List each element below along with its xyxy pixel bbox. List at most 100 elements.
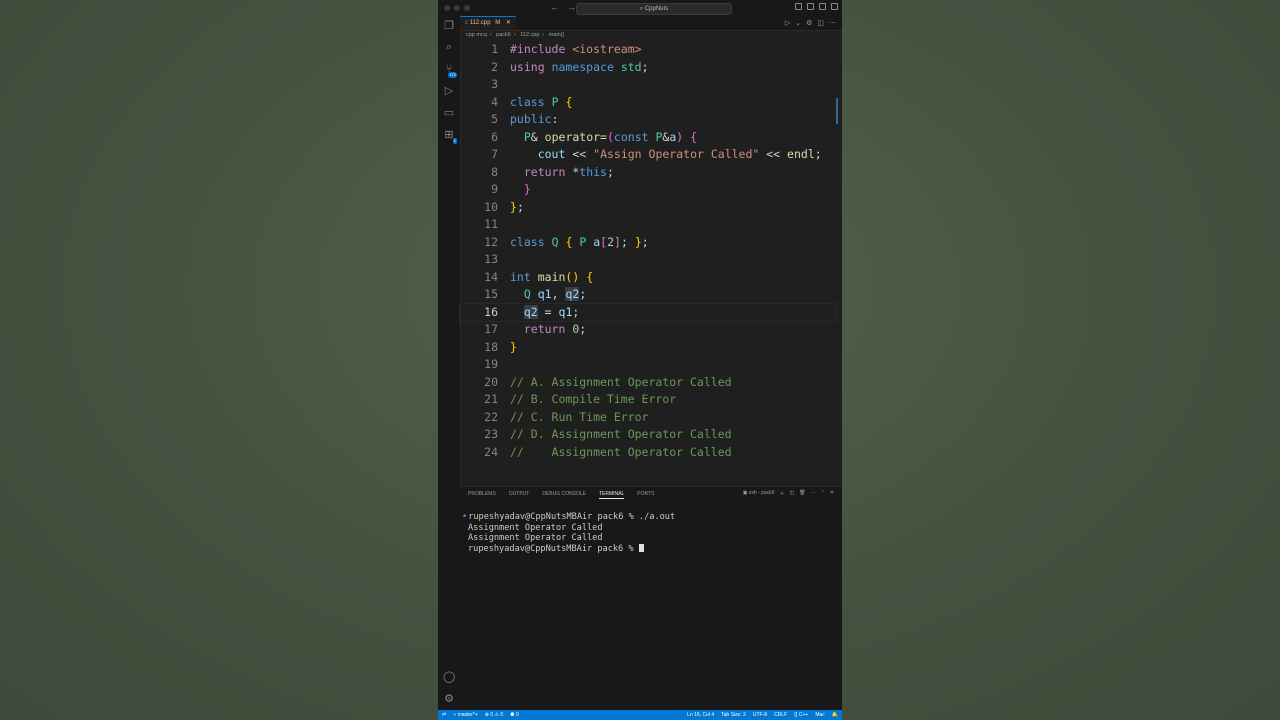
window-controls[interactable]	[444, 5, 470, 11]
code-line[interactable]: 10};	[460, 199, 836, 217]
tab-size[interactable]: Tab Size: 2	[721, 710, 746, 720]
code-line[interactable]: 18}	[460, 339, 836, 357]
panel-tab-terminal[interactable]: TERMINAL	[598, 491, 625, 499]
breadcrumb-item[interactable]: pack6	[496, 32, 511, 38]
panel-tab-ports[interactable]: PORTS	[637, 491, 654, 499]
forward-arrow-icon[interactable]: →	[567, 2, 576, 12]
code-line[interactable]: 9 }	[460, 181, 836, 199]
line-number: 10	[484, 199, 498, 214]
code-text: // C. Run Time Error	[510, 409, 649, 424]
code-line[interactable]: 1 #include <iostream>	[460, 41, 836, 59]
code-line[interactable]: 5 public:	[460, 111, 836, 129]
panel-tab-debug-console[interactable]: DEBUG CONSOLE	[542, 491, 586, 499]
notifications-icon[interactable]: 🔔	[832, 710, 838, 720]
close-icon[interactable]: ✕	[830, 490, 834, 497]
code-editor[interactable]: 1 #include <iostream> 2 using namespace std…	[459, 41, 837, 462]
toggle-secondary-sidebar-icon[interactable]	[819, 3, 826, 10]
language-mode[interactable]: {} C++	[794, 710, 808, 720]
line-number: 5	[491, 112, 498, 126]
code-line[interactable]: 20 // A. Assignment Operator Called	[460, 374, 836, 392]
minimize-window-button[interactable]	[454, 5, 460, 11]
code-text: class Q { P a[2]; };	[510, 234, 649, 249]
close-icon[interactable]: ✕	[506, 20, 511, 26]
trash-icon[interactable]: 🗑	[799, 490, 805, 497]
code-line[interactable]: 16 q2 = q1;	[459, 302, 837, 322]
code-line[interactable]: 23 // D. Assignment Operator Called	[460, 426, 836, 444]
gear-icon[interactable]: ⚙	[443, 693, 455, 705]
add-terminal-icon[interactable]: ＋	[779, 490, 784, 497]
command-center-search[interactable]: ⌕ CppNuts	[576, 3, 732, 15]
close-window-button[interactable]	[444, 5, 450, 11]
tab-modified-status: M	[495, 20, 501, 26]
code-line[interactable]: 6 P& operator=(const P&a) {	[460, 129, 836, 147]
extensions-icon[interactable]: ⊞ 1	[443, 129, 457, 144]
terminal-shell-selector[interactable]: ▣ zsh - pack6	[743, 490, 775, 497]
code-line[interactable]: 17 return 0;	[460, 321, 836, 339]
problems-indicator[interactable]: ⊗ 0 ⚠ 0	[485, 710, 503, 720]
branch-indicator[interactable]: ⑂ master*+	[453, 710, 478, 720]
code-line[interactable]: 2 using namespace std;	[460, 59, 836, 77]
code-line[interactable]: 13	[460, 251, 836, 269]
code-line[interactable]: 14 int main() {	[460, 269, 836, 287]
run-icon[interactable]: ▷	[785, 19, 790, 27]
line-number: 1	[491, 42, 498, 56]
scrollbar-thumb[interactable]	[836, 98, 838, 124]
line-number: 14	[484, 269, 498, 284]
ports-indicator[interactable]: ⚈ 0	[510, 710, 519, 720]
code-line[interactable]: 15 Q q1, q2;	[460, 286, 836, 304]
remote-indicator-icon[interactable]: ⇌	[442, 710, 446, 720]
breadcrumb-item[interactable]: main()	[549, 32, 565, 38]
source-control-icon[interactable]: ⑂ 172	[443, 63, 457, 78]
explorer-icon[interactable]: ❐	[443, 20, 455, 32]
line-number: 2	[491, 59, 498, 74]
more-actions-icon[interactable]: ⋯	[829, 19, 836, 27]
platform-indicator[interactable]: Mac	[815, 710, 824, 720]
editor-tabs: c 112.cpp M ✕ ▷ ⌄ ⚙ ◫ ⋯	[460, 16, 842, 31]
code-line[interactable]: 4 class P {	[460, 94, 836, 112]
panel-tab-problems[interactable]: PROBLEMS	[468, 491, 496, 499]
code-line[interactable]: 22 // C. Run Time Error	[460, 409, 836, 427]
cursor-position[interactable]: Ln 16, Col 4	[687, 710, 714, 720]
line-endings[interactable]: CRLF	[774, 710, 787, 720]
terminal-line: •rupeshyadav@CppNutsMBAir pack6 % ./a.ou…	[462, 512, 675, 523]
code-line[interactable]: 7 cout << "Assign Operator Called" << en…	[460, 146, 836, 164]
zoom-window-button[interactable]	[464, 5, 470, 11]
chevron-up-icon[interactable]: ⌃	[821, 490, 825, 497]
split-terminal-icon[interactable]: ◫	[790, 490, 795, 497]
remote-explorer-icon[interactable]: ▭	[443, 107, 455, 119]
split-editor-icon[interactable]: ◫	[817, 19, 824, 27]
customize-layout-icon[interactable]	[831, 3, 838, 10]
code-line[interactable]: 8 return *this;	[460, 164, 836, 182]
status-bar: ⇌ ⑂ master*+ ⊗ 0 ⚠ 0 ⚈ 0 Ln 16, Col 4 Ta…	[438, 710, 842, 720]
line-number: 8	[491, 164, 498, 179]
search-icon[interactable]: ⌕	[443, 41, 455, 53]
editor-actions: ▷ ⌄ ⚙ ◫ ⋯	[785, 19, 836, 27]
breadcrumb-separator: ›	[513, 32, 516, 38]
run-debug-icon[interactable]: ▷	[443, 85, 455, 97]
settings-icon[interactable]: ⚙	[806, 19, 812, 27]
breadcrumb-item[interactable]: cpp mcq	[466, 32, 487, 38]
code-line[interactable]: 11	[460, 216, 836, 234]
source-control-badge: 172	[448, 72, 457, 78]
line-number: 15	[484, 287, 498, 301]
encoding[interactable]: UTF-8	[753, 710, 767, 720]
breadcrumb: cpp mcq › pack6 › 112.cpp › main()	[466, 32, 567, 38]
tab-112-cpp[interactable]: c 112.cpp M ✕	[460, 16, 516, 30]
code-line[interactable]: 19	[460, 356, 836, 374]
code-text: int main() {	[510, 269, 594, 284]
nav-arrows: ← →	[550, 2, 576, 12]
chevron-down-icon[interactable]: ⌄	[795, 19, 801, 27]
breadcrumb-item[interactable]: 112.cpp	[520, 32, 539, 38]
code-line[interactable]: 12 class Q { P a[2]; };	[460, 234, 836, 252]
panel-tab-output[interactable]: OUTPUT	[509, 491, 530, 499]
line-number: 16	[484, 304, 498, 319]
code-line[interactable]: 3	[460, 76, 836, 94]
more-actions-icon[interactable]: ⋯	[811, 490, 816, 497]
terminal-output[interactable]: •rupeshyadav@CppNutsMBAir pack6 % ./a.ou…	[462, 512, 675, 554]
code-line[interactable]: 21 // B. Compile Time Error	[460, 391, 836, 409]
account-icon[interactable]: ◯	[443, 671, 455, 683]
toggle-sidebar-icon[interactable]	[795, 3, 802, 10]
toggle-panel-icon[interactable]	[807, 3, 814, 10]
back-arrow-icon[interactable]: ←	[550, 2, 559, 12]
code-line[interactable]: 24 // Assignment Operator Called	[460, 444, 836, 462]
